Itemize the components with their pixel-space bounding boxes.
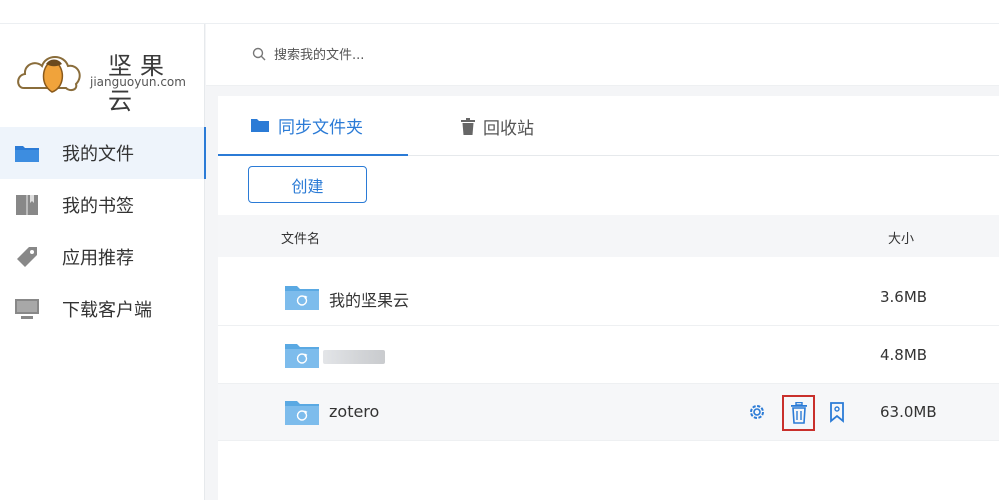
- tab-sync-folders[interactable]: 同步文件夹: [218, 96, 408, 156]
- sync-folder-icon: [284, 398, 320, 430]
- create-button[interactable]: 创建: [248, 166, 367, 203]
- logo-domain: jianguoyun.com: [90, 75, 186, 89]
- tab-bar: 同步文件夹 回收站: [218, 96, 999, 156]
- search-input[interactable]: [274, 44, 674, 66]
- trash-icon[interactable]: [782, 395, 815, 431]
- sidebar-nav: 我的文件 我的书签 应用推荐 下载客户端: [0, 127, 206, 335]
- monitor-icon: [14, 298, 40, 320]
- tab-recycle-bin[interactable]: 回收站: [461, 96, 581, 156]
- column-header-size[interactable]: 大小: [888, 228, 914, 247]
- sidebar-item-app-recommend[interactable]: 应用推荐: [0, 231, 205, 283]
- sidebar-item-bookmarks[interactable]: 我的书签: [0, 179, 205, 231]
- sidebar-item-my-files[interactable]: 我的文件: [0, 127, 206, 179]
- file-name[interactable]: 我的坚果云: [329, 287, 409, 311]
- tag-icon: [14, 246, 40, 268]
- top-strip: [0, 0, 999, 24]
- folder-icon: [250, 117, 270, 133]
- book-icon: [14, 194, 40, 216]
- sidebar-item-label: 我的文件: [62, 144, 134, 165]
- table-header: 文件名 大小: [218, 215, 999, 257]
- search-bar: [206, 24, 999, 86]
- logo[interactable]: 坚果云 jianguoyun.com: [16, 42, 196, 115]
- file-name-obscured[interactable]: [323, 350, 385, 364]
- gear-icon[interactable]: [745, 399, 769, 425]
- file-size: 63.0MB: [880, 403, 937, 421]
- tab-label: 同步文件夹: [278, 117, 363, 138]
- file-size: 3.6MB: [880, 288, 928, 306]
- main-panel: 同步文件夹 回收站 创建 文件名 大小 我的坚果云 3.6MB 4.8MB zo…: [218, 96, 999, 500]
- sync-folder-icon: [284, 283, 320, 315]
- logo-nut-icon: [17, 56, 81, 93]
- bookmark-icon[interactable]: [825, 399, 849, 425]
- file-name[interactable]: zotero: [329, 402, 379, 421]
- sidebar-item-label: 我的书签: [62, 196, 134, 217]
- folder-icon: [14, 142, 40, 164]
- sidebar-item-label: 应用推荐: [62, 248, 134, 269]
- table-row[interactable]: 4.8MB: [218, 327, 999, 384]
- tab-label: 回收站: [483, 118, 534, 139]
- app: 坚果云 jianguoyun.com 我的文件 我的书签 应用推荐 下载客户端 …: [0, 0, 999, 500]
- column-header-name[interactable]: 文件名: [281, 228, 320, 247]
- sidebar-item-label: 下载客户端: [62, 300, 152, 321]
- sidebar: 坚果云 jianguoyun.com 我的文件 我的书签 应用推荐 下载客户端: [0, 24, 206, 500]
- search-icon: [252, 46, 266, 65]
- file-size: 4.8MB: [880, 346, 928, 364]
- sync-folder-icon: [284, 341, 320, 373]
- table-row[interactable]: 我的坚果云 3.6MB: [218, 269, 999, 326]
- table-row[interactable]: zotero 63.0MB: [218, 384, 999, 441]
- sidebar-item-download-client[interactable]: 下载客户端: [0, 283, 205, 335]
- trash-icon: [461, 117, 475, 135]
